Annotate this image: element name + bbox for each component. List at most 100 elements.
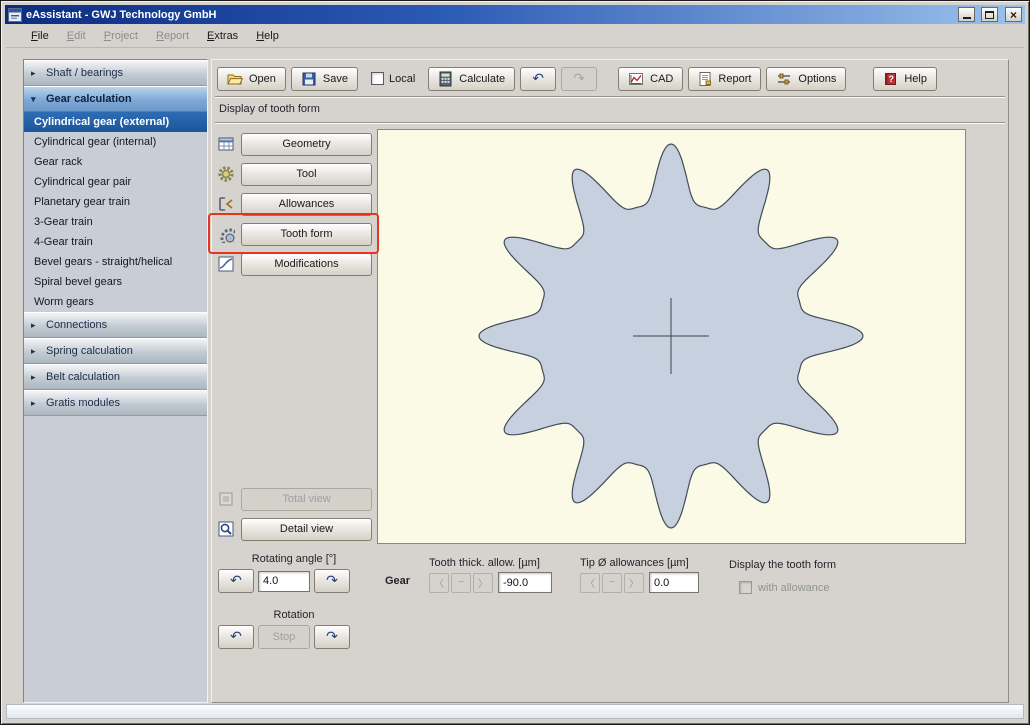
rotation-cw-button[interactable]: ↷: [314, 625, 350, 649]
report-button[interactable]: Report: [688, 67, 761, 91]
tip-allow-reset-button[interactable]: −: [602, 573, 622, 593]
gear-drawing: [378, 130, 965, 543]
tip-allow-increase-button[interactable]: 〉: [624, 573, 644, 593]
sidebar-item-gear-rack[interactable]: Gear rack: [24, 152, 207, 172]
minimize-button[interactable]: [958, 7, 975, 22]
chevron-right-icon: ▸: [31, 346, 39, 357]
sidebar-item-worm-gears[interactable]: Worm gears: [24, 292, 207, 312]
menu-edit[interactable]: Edit: [58, 27, 95, 45]
rotate-cw-button[interactable]: ↷: [314, 569, 350, 593]
section-label: Belt calculation: [46, 371, 120, 383]
save-label: Save: [323, 73, 348, 85]
rotating-angle-controls: ↶ ↷: [218, 569, 350, 593]
sidebar-item-cylindrical-gear-pair[interactable]: Cylindrical gear pair: [24, 172, 207, 192]
allowances-button[interactable]: Allowances: [241, 193, 372, 216]
help-button[interactable]: ? Help: [873, 67, 937, 91]
window-title: eAssistant - GWJ Technology GmbH: [26, 9, 954, 21]
calculate-button[interactable]: Calculate: [428, 67, 515, 91]
main-panel: Open Save Local: [211, 59, 1009, 703]
tip-allow-decrease-button[interactable]: 〈: [580, 573, 600, 593]
tool-row: Tool: [216, 162, 372, 186]
sidebar-section-gear-calculation[interactable]: ▾ Gear calculation: [24, 86, 207, 112]
tooth-thick-label: Tooth thick. allow. [µm]: [429, 557, 540, 569]
open-label: Open: [249, 73, 276, 85]
redo-button[interactable]: ↷: [561, 67, 597, 91]
sidebar-section-gratis-modules[interactable]: ▸ Gratis modules: [24, 390, 207, 416]
tooth-thick-reset-button[interactable]: −: [451, 573, 471, 593]
report-label: Report: [718, 73, 751, 85]
tip-allowances-label: Tip Ø allowances [µm]: [580, 557, 689, 569]
cad-button[interactable]: CAD: [618, 67, 683, 91]
menu-report[interactable]: Report: [147, 27, 198, 45]
rotation-controls: ↶ Stop ↷: [218, 625, 350, 649]
tool-button[interactable]: Tool: [241, 163, 372, 186]
tooth-form-canvas[interactable]: [377, 129, 966, 544]
sidebar-section-shaft-bearings[interactable]: ▸ Shaft / bearings: [24, 60, 207, 86]
section-label: Gear calculation: [46, 93, 132, 105]
local-checkbox-group[interactable]: Local: [371, 72, 415, 85]
undo-icon: ↶: [532, 72, 544, 86]
rotating-angle-input[interactable]: [258, 571, 310, 592]
menu-project[interactable]: Project: [95, 27, 147, 45]
sidebar-section-belt-calculation[interactable]: ▸ Belt calculation: [24, 364, 207, 390]
detail-view-button[interactable]: Detail view: [241, 518, 372, 541]
tooth-form-icon: [216, 224, 236, 244]
tip-allow-input[interactable]: [649, 572, 699, 593]
save-button[interactable]: Save: [291, 67, 358, 91]
section-label: Shaft / bearings: [46, 67, 123, 79]
tooth-thick-decrease-button[interactable]: 〈: [429, 573, 449, 593]
menu-extras[interactable]: Extras: [198, 27, 247, 45]
rotate-ccw-button[interactable]: ↶: [218, 569, 254, 593]
tooth-form-button[interactable]: Tooth form: [241, 223, 372, 246]
sidebar-item-cylindrical-gear-external[interactable]: Cylindrical gear (external): [24, 112, 207, 132]
sidebar-item-spiral-bevel-gears[interactable]: Spiral bevel gears: [24, 272, 207, 292]
menu-bar: File Edit Project Report Extras Help: [6, 25, 1024, 48]
total-view-icon: [216, 489, 236, 509]
undo-button[interactable]: ↶: [520, 67, 556, 91]
rotation-label: Rotation: [216, 609, 372, 621]
tooth-thick-input[interactable]: [498, 572, 552, 593]
sidebar-item-cylindrical-gear-internal[interactable]: Cylindrical gear (internal): [24, 132, 207, 152]
help-label: Help: [904, 73, 927, 85]
options-label: Options: [798, 73, 836, 85]
geometry-icon: [216, 134, 236, 154]
tip-allowances-controls: 〈 − 〉: [580, 572, 699, 593]
local-checkbox[interactable]: [371, 72, 384, 85]
tooth-thick-increase-button[interactable]: 〉: [473, 573, 493, 593]
menu-help[interactable]: Help: [247, 27, 288, 45]
rotation-ccw-button[interactable]: ↶: [218, 625, 254, 649]
maximize-button[interactable]: [981, 7, 998, 22]
section-title: Display of tooth form: [219, 103, 320, 115]
detail-view-magnifier-icon: [216, 519, 236, 539]
help-book-icon: ?: [883, 71, 898, 87]
total-view-button[interactable]: Total view: [241, 488, 372, 511]
modifications-button[interactable]: Modifications: [241, 253, 372, 276]
display-tooth-form-label: Display the tooth form: [729, 559, 836, 571]
section-divider: [215, 122, 1005, 124]
sidebar-section-connections[interactable]: ▸ Connections: [24, 312, 207, 338]
save-disk-icon: [301, 71, 317, 87]
with-allowance-checkbox[interactable]: [739, 581, 752, 594]
geometry-button[interactable]: Geometry: [241, 133, 372, 156]
open-button[interactable]: Open: [217, 67, 286, 91]
rotate-ccw-icon: ↶: [230, 574, 242, 588]
rotation-stop-button[interactable]: Stop: [258, 625, 310, 649]
status-strip: [6, 704, 1024, 719]
svg-text:?: ?: [889, 74, 895, 84]
sidebar-item-3-gear-train[interactable]: 3-Gear train: [24, 212, 207, 232]
menu-file[interactable]: File: [22, 27, 58, 45]
rotation-cw-icon: ↷: [326, 630, 338, 644]
sidebar-item-4-gear-train[interactable]: 4-Gear train: [24, 232, 207, 252]
tool-icon: [216, 164, 236, 184]
sidebar-item-planetary-gear-train[interactable]: Planetary gear train: [24, 192, 207, 212]
sidebar-item-bevel-gears[interactable]: Bevel gears - straight/helical: [24, 252, 207, 272]
close-icon: ×: [1010, 9, 1017, 21]
with-allowance-group[interactable]: with allowance: [739, 581, 830, 594]
options-button[interactable]: Options: [766, 67, 846, 91]
close-button[interactable]: ×: [1005, 7, 1022, 22]
sidebar-section-spring-calculation[interactable]: ▸ Spring calculation: [24, 338, 207, 364]
modifications-row: Modifications: [216, 252, 372, 276]
calculate-label: Calculate: [459, 73, 505, 85]
calculator-icon: [438, 71, 453, 87]
minimize-icon: [963, 11, 971, 19]
